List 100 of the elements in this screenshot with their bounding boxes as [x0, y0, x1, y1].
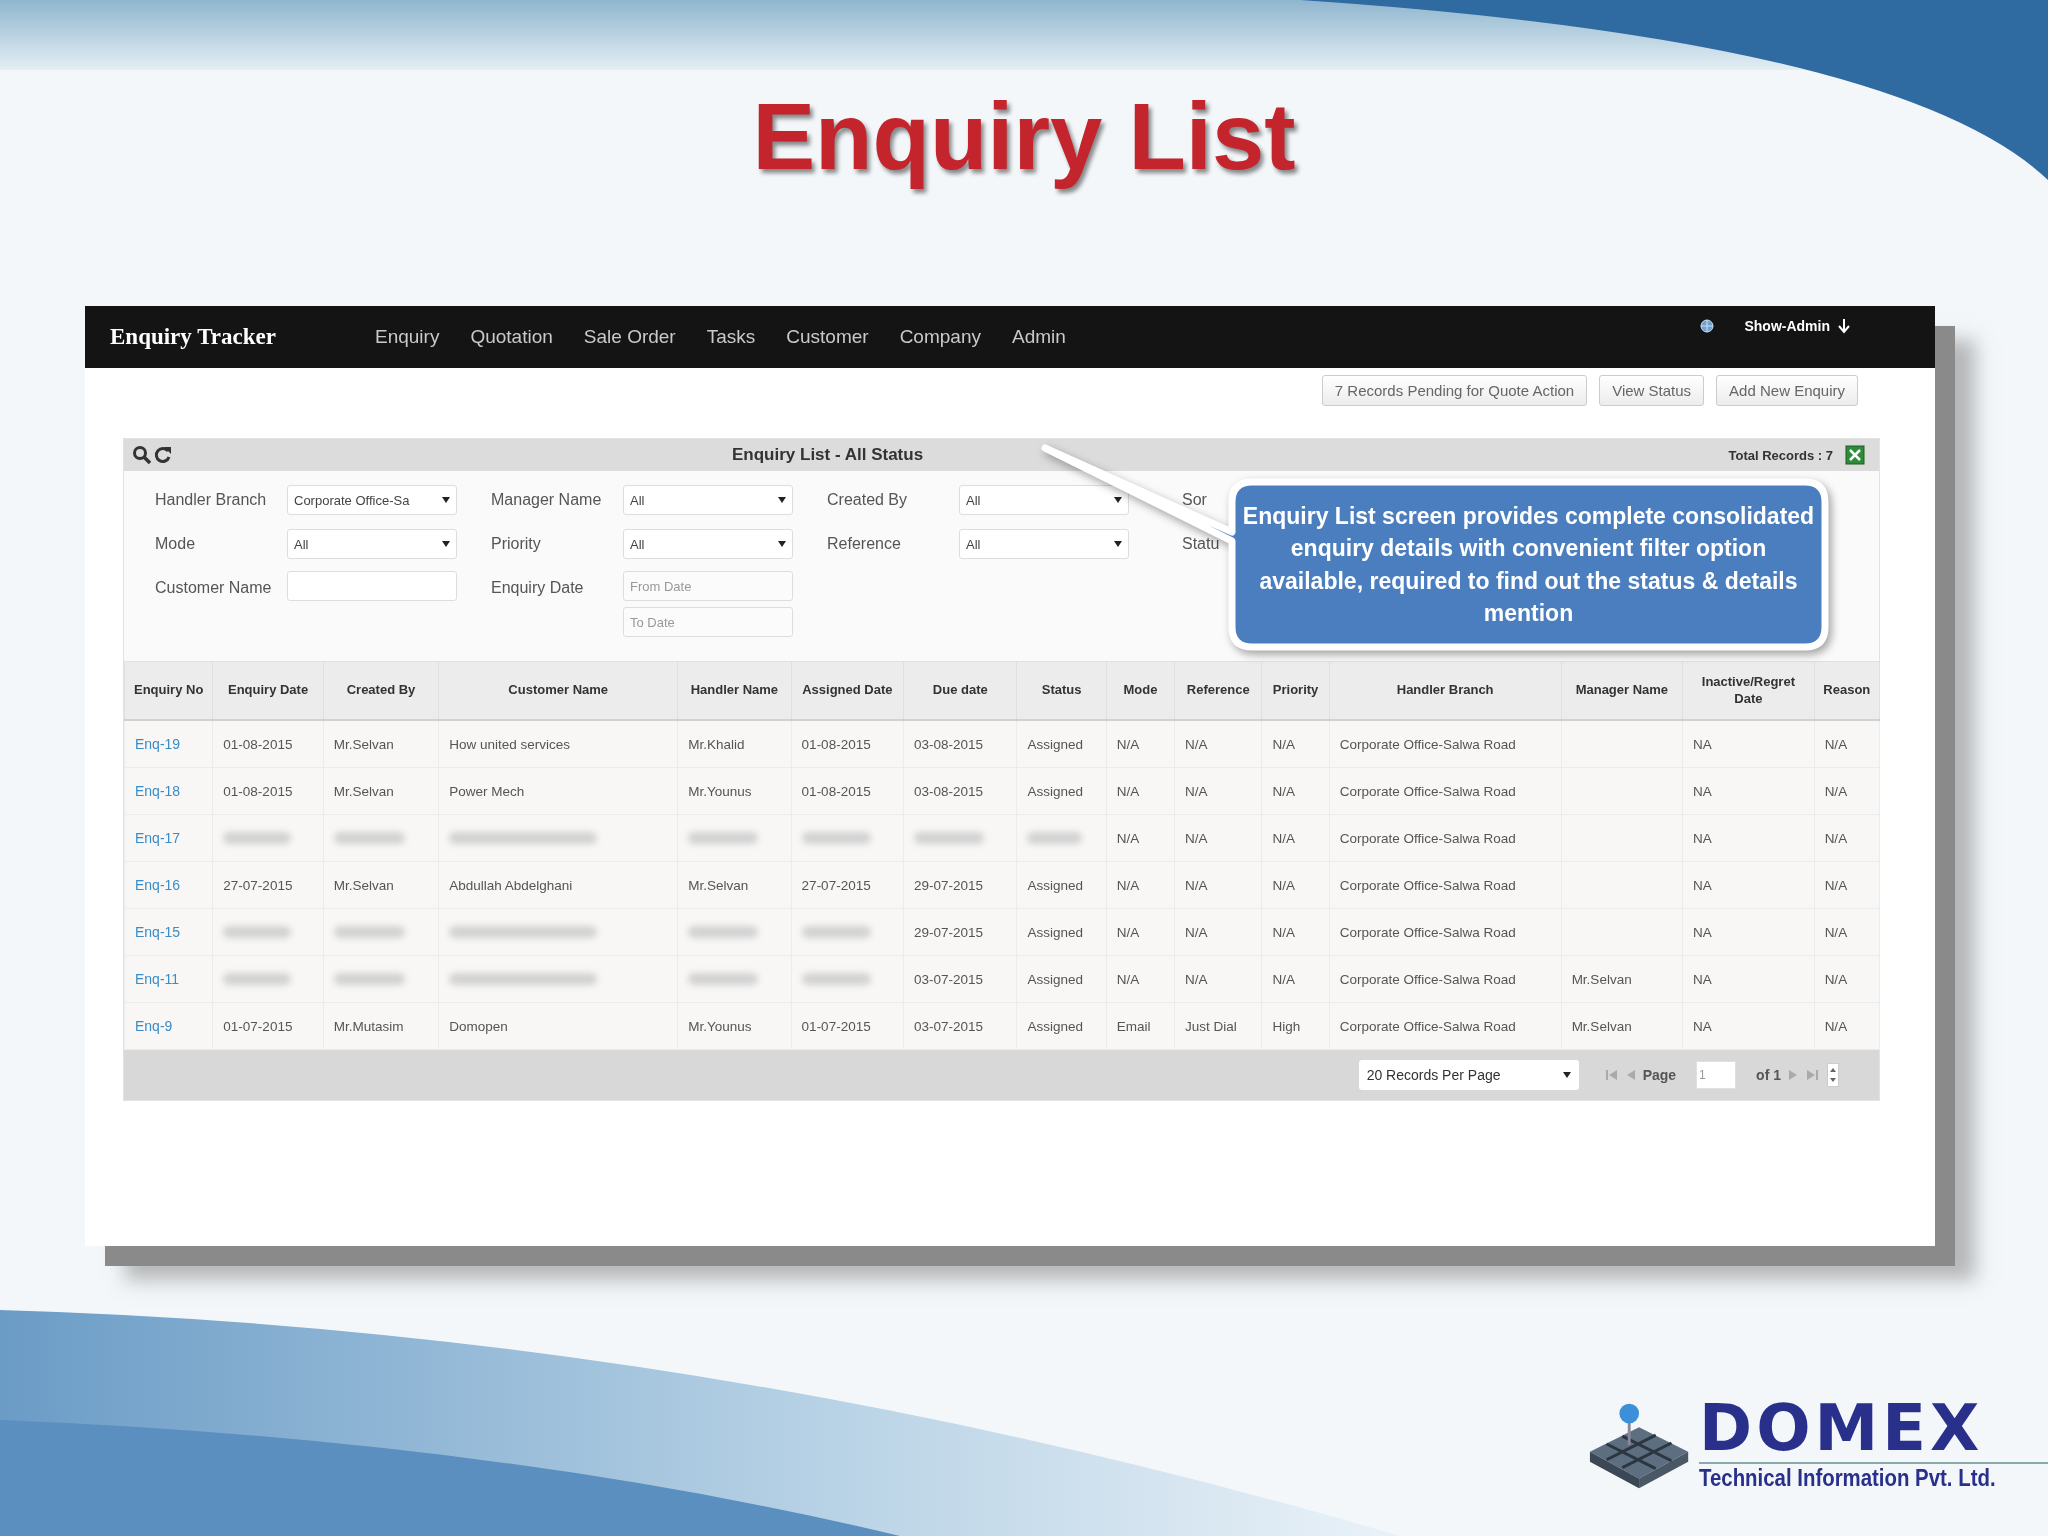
table-cell: N/A	[1174, 814, 1262, 862]
blurred-text	[801, 973, 871, 985]
page-size-dropdown[interactable]: 20 Records Per Page	[1358, 1060, 1579, 1090]
caret-icon[interactable]	[778, 541, 786, 547]
table-cell: Mr.Khalid	[677, 720, 792, 768]
table-cell: How united services	[438, 720, 678, 768]
nav-link[interactable]: Tasks	[706, 326, 756, 348]
table-cell: 27-07-2015	[212, 861, 324, 909]
table-cell: Just Dial	[1174, 1002, 1262, 1050]
table-cell: Mr.Selvan	[323, 767, 439, 815]
slide-title: Enquiry List	[752, 88, 1296, 187]
column-header[interactable]: Customer Name	[438, 661, 678, 720]
user-menu[interactable]: Show-Admin	[1744, 318, 1830, 334]
table-cell: Assigned	[1017, 908, 1107, 956]
spinner-icon[interactable]	[1827, 1063, 1839, 1087]
nav-link[interactable]: Company	[899, 326, 981, 348]
filter-label: Reference	[827, 534, 902, 554]
table-cell: N/A	[1261, 767, 1330, 815]
dropdown[interactable]: Corporate Office-Sa	[287, 485, 457, 515]
action-button[interactable]: Add New Enquiry	[1716, 375, 1858, 406]
table-cell: NA	[1682, 1002, 1815, 1050]
table-cell: Corporate Office-Salwa Road	[1329, 814, 1562, 862]
column-header[interactable]: Priority	[1261, 661, 1330, 720]
filter-label: Sor	[1182, 490, 1208, 510]
search-icon[interactable]	[132, 445, 152, 465]
date-field[interactable]: To Date	[623, 607, 793, 637]
dropdown[interactable]: All	[287, 529, 457, 559]
dropdown[interactable]: All	[623, 529, 793, 559]
blurred-text	[688, 832, 759, 844]
caret-icon[interactable]	[442, 541, 450, 547]
table-cell: 03-08-2015	[903, 720, 1017, 768]
table-cell: N/A	[1174, 955, 1262, 1003]
nav-link[interactable]: Sale Order	[583, 326, 676, 348]
action-button[interactable]: 7 Records Pending for Quote Action	[1321, 375, 1588, 406]
total-records: Total Records : 7	[1728, 447, 1833, 463]
column-header[interactable]: Handler Name	[677, 661, 792, 720]
input-field[interactable]	[287, 571, 457, 601]
column-header[interactable]: Enquiry No	[124, 661, 213, 720]
date-field[interactable]: From Date	[623, 571, 793, 601]
dropdown[interactable]: All	[959, 529, 1129, 559]
column-header[interactable]: Handler Branch	[1329, 661, 1562, 720]
table-cell: N/A	[1174, 720, 1262, 768]
logo-name: DOMEX	[1699, 1396, 2048, 1464]
caret-icon[interactable]	[1114, 541, 1122, 547]
column-header[interactable]: Reference	[1174, 661, 1262, 720]
column-header[interactable]: Reason	[1814, 661, 1880, 720]
enquiry-number-link[interactable]: Enq-9	[135, 1018, 173, 1034]
table-cell: 03-07-2015	[903, 1002, 1017, 1050]
nav-link[interactable]: Customer	[786, 326, 869, 348]
table-cell: N/A	[1261, 955, 1330, 1003]
table-cell: N/A	[1106, 814, 1175, 862]
column-header[interactable]: Enquiry Date	[212, 661, 324, 720]
column-header[interactable]: Manager Name	[1561, 661, 1683, 720]
column-header[interactable]: Assigned Date	[791, 661, 904, 720]
filter-label: Enquiry Date	[491, 578, 585, 598]
table-cell: Corporate Office-Salwa Road	[1329, 767, 1562, 815]
blurred-text	[688, 926, 759, 938]
table-cell: N/A	[1814, 908, 1880, 956]
down-arrow-icon[interactable]	[1838, 318, 1850, 334]
table-cell: 01-08-2015	[791, 720, 904, 768]
column-header[interactable]: Inactive/Regret Date	[1682, 661, 1815, 720]
nav-link[interactable]: Admin	[1011, 326, 1066, 348]
table-cell: 01-08-2015	[791, 767, 904, 815]
column-header[interactable]: Status	[1017, 661, 1107, 720]
table-cell: N/A	[1261, 814, 1330, 862]
filter-label: Priority	[491, 534, 542, 554]
table-cell: 27-07-2015	[791, 861, 904, 909]
column-header[interactable]: Mode	[1106, 661, 1175, 720]
column-header[interactable]: Created By	[323, 661, 439, 720]
caret-icon[interactable]	[778, 497, 786, 503]
refresh-icon[interactable]	[154, 445, 172, 465]
dropdown[interactable]: All	[623, 485, 793, 515]
app-brand[interactable]: Enquiry Tracker	[110, 324, 375, 350]
table-cell: Assigned	[1017, 955, 1107, 1003]
globe-icon[interactable]	[1700, 319, 1715, 333]
table-cell: Assigned	[1017, 720, 1107, 768]
nav-link[interactable]: Enquiry	[375, 326, 440, 348]
action-button[interactable]: View Status	[1599, 375, 1705, 406]
table-cell: Assigned	[1017, 1002, 1107, 1050]
dropdown[interactable]: All	[959, 485, 1129, 515]
table-cell: N/A	[1814, 1002, 1880, 1050]
logo-tagline: Technical Information Pvt. Ltd.	[1699, 1464, 1996, 1492]
caret-icon[interactable]	[1114, 497, 1122, 503]
table-cell: Domopen	[438, 1002, 678, 1050]
caret-icon[interactable]	[1562, 1072, 1571, 1078]
blurred-text	[1027, 832, 1083, 844]
column-header[interactable]: Due date	[903, 661, 1017, 720]
table-cell: N/A	[1814, 955, 1880, 1003]
table-cell: 01-08-2015	[212, 767, 324, 815]
table-cell: N/A	[1814, 814, 1880, 862]
spreadsheet-icon[interactable]	[1845, 445, 1865, 465]
page-count: of 1	[1756, 1067, 1781, 1083]
blurred-text	[801, 926, 871, 938]
caret-icon[interactable]	[442, 497, 450, 503]
table-cell: Corporate Office-Salwa Road	[1329, 955, 1562, 1003]
filter-label: Handler Branch	[155, 490, 268, 510]
blurred-text	[914, 832, 985, 844]
callout-text: Enquiry List screen provides complete consolidated enquiry details with convenient filter option available, required to find out the status & details mention	[1242, 502, 1815, 628]
table-cell: N/A	[1106, 955, 1175, 1003]
nav-link[interactable]: Quotation	[470, 326, 553, 348]
